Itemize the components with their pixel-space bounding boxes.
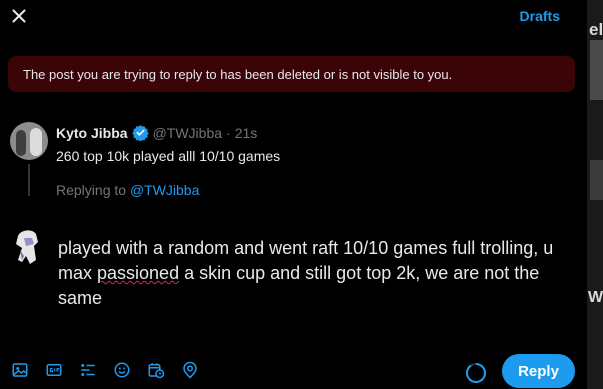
reply-button[interactable]: Reply: [502, 354, 575, 388]
poll-icon[interactable]: [78, 360, 98, 380]
replying-to: Replying to @TWJibba: [56, 182, 199, 198]
emoji-icon[interactable]: [112, 360, 132, 380]
meta-separator: ·: [226, 124, 231, 141]
peek-image: [590, 40, 603, 100]
verified-badge-icon: [131, 125, 149, 141]
peek-text-top: el: [589, 20, 603, 39]
author-name[interactable]: Kyto Jibba: [56, 125, 128, 141]
deleted-post-banner: The post you are trying to reply to has …: [8, 56, 575, 92]
post-text: 260 top 10k played alll 10/10 games: [56, 148, 281, 164]
gif-icon[interactable]: [44, 360, 64, 380]
peek-image: [590, 160, 603, 200]
close-icon[interactable]: [8, 5, 30, 27]
misspelled-word: passioned: [97, 263, 180, 283]
author-avatar[interactable]: [10, 122, 48, 160]
image-icon[interactable]: [10, 360, 30, 380]
reply-textarea[interactable]: played with a random and went raft 10/10…: [58, 236, 568, 311]
location-icon[interactable]: [180, 360, 200, 380]
banner-message: The post you are trying to reply to has …: [23, 67, 453, 82]
post-author: Kyto Jibba @TWJibba · 21s: [56, 124, 257, 141]
character-count-ring: [466, 363, 486, 383]
thread-connector: [28, 164, 30, 196]
post-time[interactable]: 21s: [235, 125, 258, 141]
reply-modal: Drafts The post you are trying to reply …: [0, 0, 587, 389]
replying-prefix: Replying to: [56, 182, 127, 198]
drafts-button[interactable]: Drafts: [520, 8, 560, 24]
author-handle[interactable]: @TWJibba: [153, 125, 222, 141]
background-timeline-peek: el Wh: [587, 0, 603, 389]
replying-mention[interactable]: @TWJibba: [130, 182, 199, 198]
peek-text-bottom: Wh: [588, 289, 603, 306]
compose-toolbar: [10, 360, 200, 380]
user-avatar[interactable]: [10, 226, 46, 266]
schedule-icon[interactable]: [146, 360, 166, 380]
